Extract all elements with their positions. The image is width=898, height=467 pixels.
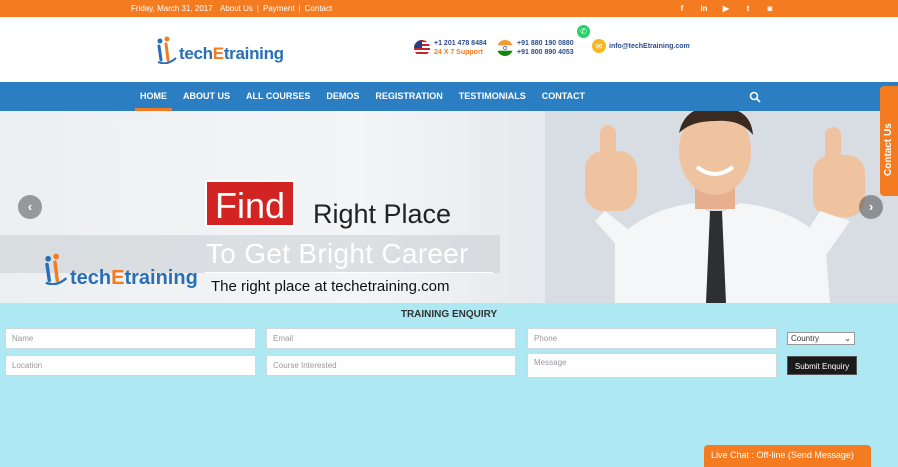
banner-find: Find bbox=[205, 180, 296, 227]
logo-mark-icon bbox=[155, 36, 177, 65]
live-chat-widget[interactable]: Live Chat : Off-line (Send Message) bbox=[704, 445, 871, 467]
banner-logo-text: techEtraining bbox=[70, 267, 198, 289]
banner-divider bbox=[205, 272, 493, 273]
message-textarea[interactable]: Message bbox=[527, 353, 777, 378]
separator: | bbox=[298, 4, 301, 13]
mail-icon: ✉ bbox=[592, 39, 606, 53]
location-field[interactable]: Location bbox=[5, 355, 256, 376]
nav-contact[interactable]: CONTACT bbox=[534, 82, 593, 111]
phone-field[interactable]: Phone bbox=[527, 328, 777, 349]
current-date: Friday, March 31, 2017 bbox=[131, 4, 213, 13]
nav-testimonials[interactable]: TESTIMONIALS bbox=[451, 82, 534, 111]
training-enquiry-form: TRAINING ENQUIRY Name Email Phone Countr… bbox=[0, 303, 898, 467]
india-phone-2[interactable]: +91 800 890 4053 bbox=[517, 48, 574, 57]
top-links: About Us | Payment | Contact bbox=[220, 4, 336, 13]
facebook-icon[interactable]: f bbox=[676, 3, 688, 14]
twitter-icon[interactable]: t bbox=[742, 3, 754, 14]
nav-all-courses[interactable]: ALL COURSES bbox=[238, 82, 318, 111]
nav-home[interactable]: HOME bbox=[132, 82, 175, 111]
top-link-contact[interactable]: Contact bbox=[305, 4, 333, 13]
top-link-payment[interactable]: Payment bbox=[263, 4, 295, 13]
banner-logo: techEtraining bbox=[42, 253, 198, 290]
top-link-about-us[interactable]: About Us bbox=[220, 4, 253, 13]
youtube-icon[interactable]: ▶ bbox=[720, 3, 732, 14]
carousel-prev-arrow-icon[interactable]: ‹ bbox=[18, 195, 42, 219]
site-logo[interactable]: techEtraining bbox=[155, 36, 284, 65]
us-phone[interactable]: +1 201 478 8484 bbox=[434, 39, 487, 48]
india-phone-1[interactable]: +91 880 190 0880 bbox=[517, 39, 574, 48]
main-nav: HOME ABOUT US ALL COURSES DEMOS REGISTRA… bbox=[0, 82, 898, 111]
banner-bright-career: To Get Bright Career bbox=[206, 238, 469, 269]
chevron-down-icon: ⌄ bbox=[844, 334, 851, 343]
email-address[interactable]: info@techEtraining.com bbox=[609, 42, 690, 51]
nav-about-us[interactable]: ABOUT US bbox=[175, 82, 238, 111]
logo-text: techEtraining bbox=[179, 44, 284, 63]
live-chat-label: Live Chat : Off-line (Send Message) bbox=[711, 450, 854, 460]
nav-demos[interactable]: DEMOS bbox=[318, 82, 367, 111]
logo-mark-icon bbox=[42, 253, 68, 290]
name-field[interactable]: Name bbox=[5, 328, 256, 349]
social-links: f in ▶ t ◙ bbox=[676, 3, 776, 14]
email-contact: ✉ info@techEtraining.com bbox=[592, 39, 690, 53]
india-flag-icon bbox=[497, 40, 513, 56]
us-contact: +1 201 478 8484 24 X 7 Support bbox=[414, 39, 487, 57]
hero-banner: Find Right Place To Get Bright Career Th… bbox=[0, 111, 898, 303]
search-icon[interactable] bbox=[749, 90, 761, 103]
header: techEtraining +1 201 478 8484 24 X 7 Sup… bbox=[0, 17, 898, 82]
india-contact: +91 880 190 0880 +91 800 890 4053 bbox=[497, 39, 574, 57]
course-interested-field[interactable]: Course Interested bbox=[266, 355, 516, 376]
linkedin-icon[interactable]: in bbox=[698, 3, 710, 14]
separator: | bbox=[256, 4, 259, 13]
top-bar: Friday, March 31, 2017 About Us | Paymen… bbox=[0, 0, 898, 17]
country-select[interactable]: Country ⌄ bbox=[787, 332, 855, 345]
us-flag-icon bbox=[414, 40, 430, 56]
support-hours: 24 X 7 Support bbox=[434, 49, 484, 56]
carousel-next-arrow-icon[interactable]: › bbox=[859, 195, 883, 219]
submit-enquiry-button[interactable]: Submit Enquiry bbox=[787, 356, 857, 375]
email-field[interactable]: Email bbox=[266, 328, 516, 349]
banner-right-place: Right Place bbox=[313, 199, 452, 229]
country-select-value: Country bbox=[791, 334, 820, 343]
rss-icon[interactable]: ◙ bbox=[764, 3, 776, 14]
smiling-man-thumbs-up-image bbox=[545, 111, 898, 303]
banner-tagline: The right place at techetraining.com bbox=[211, 278, 450, 295]
whatsapp-icon[interactable]: ✆ bbox=[577, 25, 590, 38]
contact-us-tab-label: Contact Us bbox=[883, 123, 894, 176]
nav-registration[interactable]: REGISTRATION bbox=[367, 82, 450, 111]
contact-us-side-tab[interactable]: Contact Us bbox=[880, 86, 898, 196]
form-title: TRAINING ENQUIRY bbox=[400, 309, 498, 320]
